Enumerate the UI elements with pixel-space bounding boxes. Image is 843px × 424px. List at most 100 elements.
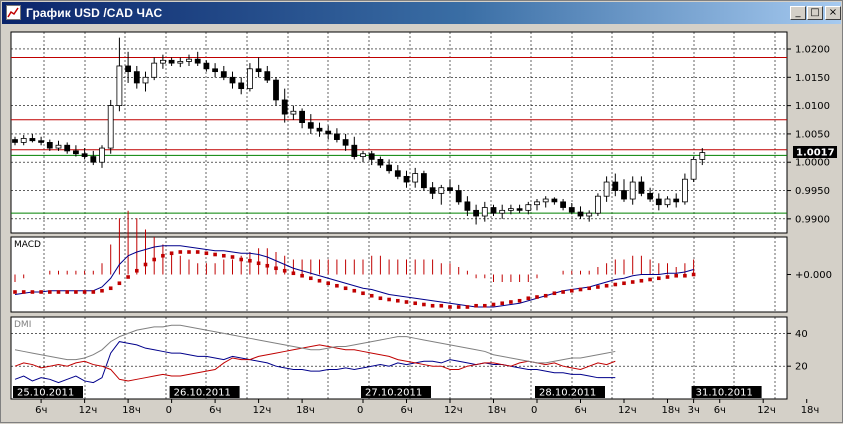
signal-point bbox=[91, 290, 96, 294]
signal-point bbox=[56, 290, 61, 294]
signal-point bbox=[161, 253, 165, 258]
signal-point bbox=[361, 291, 365, 296]
signal-point bbox=[604, 283, 609, 288]
candle-body bbox=[603, 181, 610, 197]
signal-point bbox=[335, 283, 339, 288]
candle-body bbox=[73, 150, 79, 155]
signal-point bbox=[74, 290, 78, 294]
candle-body bbox=[377, 158, 384, 166]
candle-body bbox=[229, 76, 236, 84]
price-tick-label: 1.0150 bbox=[795, 73, 830, 84]
candle-body bbox=[90, 156, 97, 163]
price-tick-label: 1.0100 bbox=[795, 101, 830, 112]
price-tick-label: 1.0000 bbox=[795, 158, 830, 169]
candle-body bbox=[499, 209, 506, 214]
hour-label: 18ч bbox=[488, 405, 507, 416]
dmi-title: DMI bbox=[14, 320, 31, 330]
hour-label: 6ч bbox=[575, 405, 587, 416]
signal-point bbox=[100, 288, 104, 293]
candle-body bbox=[394, 170, 401, 177]
candle-body bbox=[420, 173, 427, 189]
signal-point bbox=[230, 255, 235, 259]
candle-body bbox=[116, 65, 123, 107]
price-panel bbox=[10, 31, 788, 234]
candle-body bbox=[281, 99, 288, 115]
candle-body bbox=[20, 138, 27, 143]
hour-label: 12ч bbox=[253, 405, 272, 416]
signal-point bbox=[561, 290, 565, 294]
macd-title: MACD bbox=[14, 240, 41, 250]
signal-point bbox=[657, 276, 661, 281]
candle-body bbox=[664, 198, 671, 206]
signal-point bbox=[535, 295, 539, 299]
signal-point bbox=[465, 305, 470, 309]
candle-body bbox=[255, 68, 262, 73]
signal-point bbox=[265, 263, 270, 268]
candle-body bbox=[151, 62, 158, 78]
hour-label: 18ч bbox=[122, 405, 141, 416]
candle-body bbox=[351, 144, 358, 157]
signal-point bbox=[282, 268, 287, 273]
signal-point bbox=[178, 250, 183, 254]
candle-body bbox=[560, 201, 566, 208]
candle-body bbox=[238, 82, 245, 90]
signal-point bbox=[82, 290, 87, 294]
price-tick-label: 0.9900 bbox=[795, 214, 830, 225]
current-price-label: 1.0017 bbox=[796, 148, 835, 159]
candle-body bbox=[490, 207, 497, 214]
signal-point bbox=[665, 275, 670, 279]
candle-body bbox=[299, 110, 306, 123]
candle-body bbox=[629, 181, 636, 200]
signal-point bbox=[552, 291, 557, 296]
candle-body bbox=[177, 61, 184, 64]
signal-point bbox=[387, 297, 391, 302]
hour-label: 12ч bbox=[444, 405, 463, 416]
signal-point bbox=[248, 258, 252, 263]
candle-body bbox=[99, 147, 105, 163]
signal-point bbox=[65, 290, 69, 294]
signal-point bbox=[300, 273, 304, 278]
candle-body bbox=[81, 153, 88, 157]
candle-body bbox=[186, 58, 192, 62]
candle-body bbox=[647, 192, 653, 200]
candle-body bbox=[168, 59, 175, 64]
candle-body bbox=[525, 204, 532, 211]
candle-body bbox=[142, 76, 149, 84]
candle-body bbox=[447, 187, 453, 191]
candle-body bbox=[316, 127, 323, 132]
signal-point bbox=[491, 302, 496, 307]
candle-body bbox=[64, 144, 71, 152]
signal-point bbox=[352, 288, 357, 293]
candle-body bbox=[38, 140, 44, 143]
signal-point bbox=[630, 280, 635, 284]
hour-label: 18ч bbox=[662, 405, 681, 416]
signal-point bbox=[169, 251, 174, 256]
candle-body bbox=[159, 59, 166, 64]
candle-body bbox=[542, 198, 549, 203]
signal-point bbox=[474, 303, 478, 308]
candle-body bbox=[586, 212, 593, 217]
signal-point bbox=[509, 300, 513, 304]
hour-label: 6ч bbox=[35, 405, 47, 416]
signal-point bbox=[213, 252, 217, 257]
signal-point bbox=[378, 296, 383, 301]
signal-point bbox=[543, 293, 548, 298]
candle-body bbox=[673, 198, 680, 203]
signal-point bbox=[570, 288, 574, 293]
signal-point bbox=[500, 301, 504, 306]
candle-body bbox=[690, 158, 697, 180]
hour-label: 12ч bbox=[757, 405, 776, 416]
signal-point bbox=[143, 262, 148, 267]
hour-label: 18ч bbox=[801, 405, 820, 416]
signal-point bbox=[343, 286, 348, 291]
date-label: 31.10.2011 bbox=[696, 388, 753, 399]
candle-body bbox=[412, 173, 419, 183]
candle-body bbox=[368, 153, 375, 160]
chart-area[interactable]: +0.000 40 20 1.0200 1.0150 1.0100 1.0050 1.00… bbox=[1, 1, 843, 424]
dmi-tick-label: 40 bbox=[795, 329, 808, 340]
candle-body bbox=[638, 181, 645, 194]
date-label: 26.10.2011 bbox=[174, 388, 231, 399]
signal-point bbox=[422, 302, 426, 307]
candle-body bbox=[246, 68, 253, 90]
hour-label: 12ч bbox=[618, 405, 637, 416]
